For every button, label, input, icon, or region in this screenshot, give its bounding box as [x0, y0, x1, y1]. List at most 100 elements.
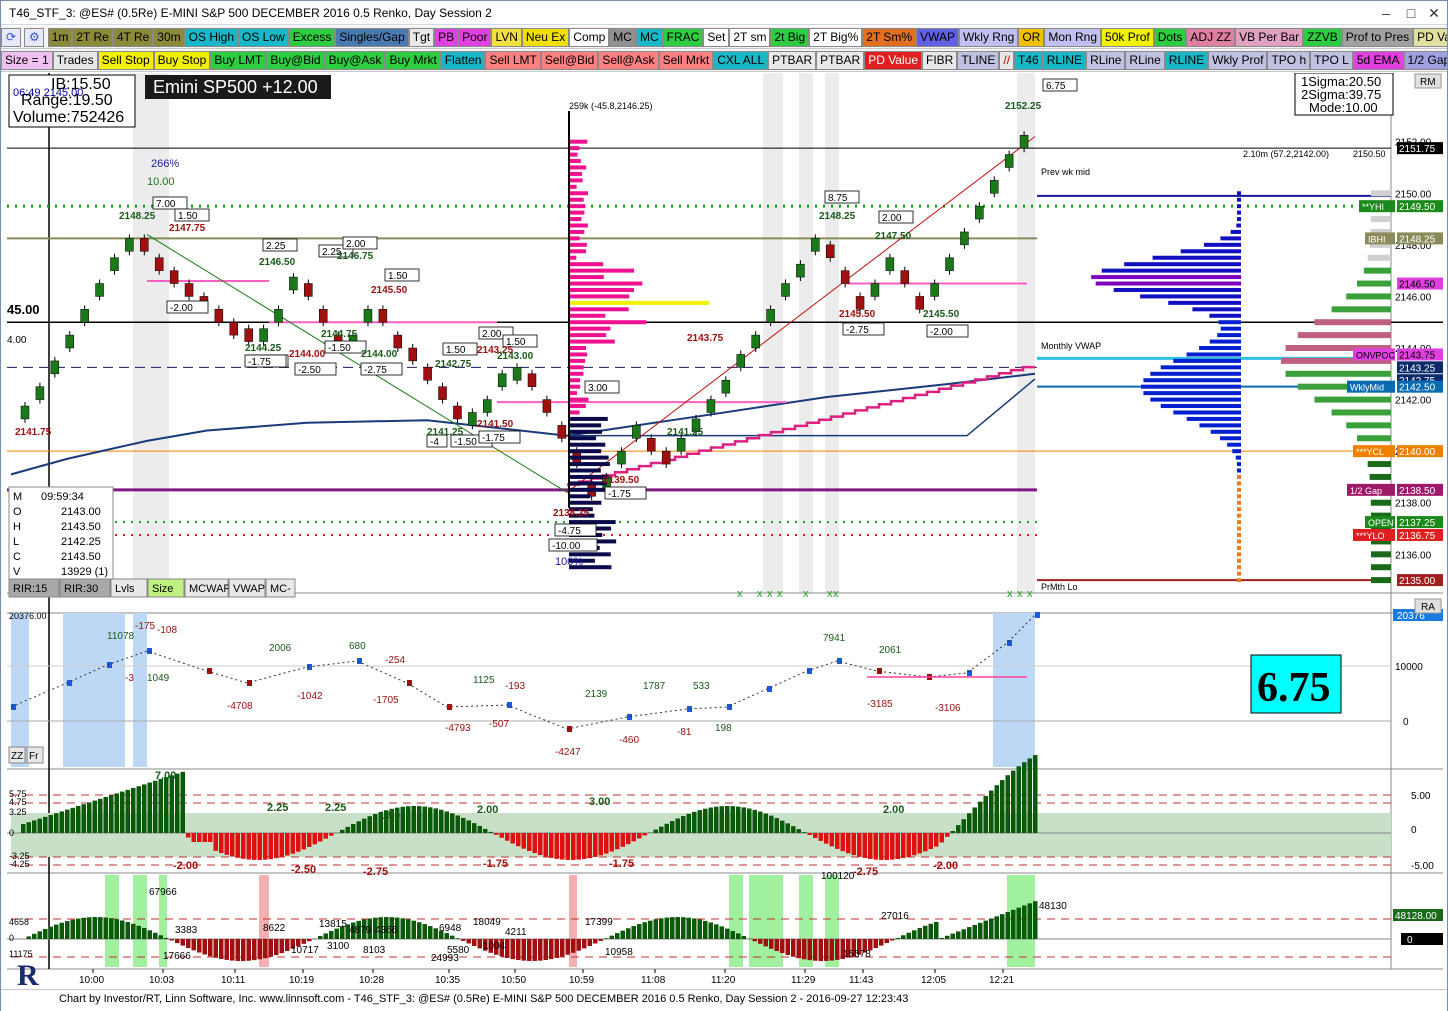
study-mon-rng-button[interactable]: Mon Rng: [1044, 28, 1101, 47]
study-mc-button[interactable]: MC: [609, 28, 636, 47]
study-excess-button[interactable]: Excess: [289, 28, 336, 47]
study-1m-button[interactable]: 1m: [48, 28, 73, 47]
right-profile-bar: [1153, 256, 1241, 260]
study-prof-to-pres-button[interactable]: Prof to Pres: [1342, 28, 1413, 47]
study-zzvb-button[interactable]: ZZVB: [1303, 28, 1342, 47]
trade-sell-bid-button[interactable]: Sell@Bid: [541, 51, 599, 70]
study-2t-big-button[interactable]: 2t Big: [770, 28, 809, 47]
study-neu-ex-button[interactable]: Neu Ex: [522, 28, 569, 47]
hist2-annotation: 27016: [881, 911, 909, 922]
study-pb-button[interactable]: PB: [434, 28, 458, 47]
panel-button-rir-30[interactable]: RIR:30: [64, 583, 98, 595]
panel-button-mcwap[interactable]: MCWAP: [189, 583, 231, 595]
study-2t-sm--button[interactable]: 2T Sm%: [862, 28, 916, 47]
hist2-band: [749, 875, 783, 967]
cumdelta-annotation: -507: [489, 719, 509, 730]
refresh-icon[interactable]: ⟳: [1, 28, 21, 47]
trade-pd-value-button[interactable]: PD Value: [864, 51, 922, 70]
panel-button-lvls[interactable]: Lvls: [115, 583, 135, 595]
study-frac-button[interactable]: FRAC: [663, 28, 704, 47]
study-singles-gap-button[interactable]: Singles/Gap: [335, 28, 408, 47]
trade-cxl-all-button[interactable]: CXL ALL: [713, 51, 768, 70]
study-adj-zz-button[interactable]: ADJ ZZ: [1186, 28, 1235, 47]
ra-button[interactable]: RA: [1415, 599, 1441, 613]
study-or-button[interactable]: OR: [1018, 28, 1044, 47]
cumdelta-top-label: 20376.00: [9, 611, 47, 621]
trade-rline-button[interactable]: RLine: [1086, 51, 1125, 70]
hist1-bar: [808, 833, 813, 835]
study-comp-button[interactable]: Comp: [569, 28, 609, 47]
study-lvn-button[interactable]: LVN: [491, 28, 521, 47]
study-wkly-rng-button[interactable]: Wkly Rng: [959, 28, 1018, 47]
hist2-bar: [258, 939, 263, 959]
trade-size-1-button[interactable]: Size = 1: [1, 51, 53, 70]
trade-rline-button[interactable]: RLINE: [1043, 51, 1086, 70]
trade-buy-mrkt-button[interactable]: Buy Mrkt: [385, 51, 440, 70]
study-2t-big--button[interactable]: 2T Big%: [809, 28, 862, 47]
close-button[interactable]: ✕: [1419, 3, 1448, 23]
settings-icon[interactable]: ⚙: [24, 28, 44, 47]
hist1-bar: [307, 833, 312, 847]
trade-buy-stop-button[interactable]: Buy Stop: [154, 51, 211, 70]
study-dots-button[interactable]: Dots: [1154, 28, 1187, 47]
study-os-high-button[interactable]: OS High: [185, 28, 238, 47]
trade-rline-button[interactable]: RLine: [1125, 51, 1164, 70]
study-mc-button[interactable]: MC: [636, 28, 663, 47]
trade-sell-ask-button[interactable]: Sell@Ask: [598, 51, 658, 70]
study-poor-button[interactable]: Poor: [458, 28, 491, 47]
study-vwap-button[interactable]: VWAP: [916, 28, 959, 47]
trade-tpo-l-button[interactable]: TPO L: [1310, 51, 1353, 70]
trade---button[interactable]: //: [999, 51, 1014, 70]
trade-tline-button[interactable]: TLINE: [957, 51, 999, 70]
trade-sell-lmt-button[interactable]: Sell LMT: [485, 51, 540, 70]
trade-buy-ask-button[interactable]: Buy@Ask: [325, 51, 386, 70]
cumdelta-mark: [407, 680, 412, 686]
hist1-bar: [956, 825, 961, 833]
trade-ptbar-button[interactable]: PTBAR: [768, 51, 816, 70]
trade-wkly-prof-button[interactable]: Wkly Prof: [1208, 51, 1267, 70]
study-tgt-button[interactable]: Tgt: [409, 28, 434, 47]
trade-t46-button[interactable]: T46: [1014, 51, 1043, 70]
study-30m-button[interactable]: 30m: [153, 28, 184, 47]
center-profile-bar: [569, 423, 601, 427]
hist2-bar: [753, 939, 758, 941]
study-os-low-button[interactable]: OS Low: [238, 28, 289, 47]
trade-sell-stop-button[interactable]: Sell Stop: [98, 51, 154, 70]
trade-5d-ema-button[interactable]: 5d EMA: [1353, 51, 1404, 70]
boxed-value: -2.00: [930, 327, 953, 338]
tpo-profile-bar: [1286, 371, 1391, 377]
prev-wk-mid-label: Prev wk mid: [1041, 167, 1090, 177]
trade-rline-button[interactable]: RLINE: [1165, 51, 1208, 70]
trade-fibr-button[interactable]: FIBR: [922, 51, 957, 70]
trade-tpo-h-button[interactable]: TPO h: [1267, 51, 1310, 70]
trade-1-2-gap-button[interactable]: 1/2 Gap: [1404, 51, 1447, 70]
study-pd-value-button[interactable]: PD Value: [1413, 28, 1447, 47]
zz-button-fr[interactable]: Fr: [29, 751, 39, 762]
candle: [21, 406, 29, 419]
panel-button-rir-15[interactable]: RIR:15: [13, 583, 47, 595]
study-set-button[interactable]: Set: [703, 28, 729, 47]
trade-buy-lmt-button[interactable]: Buy LMT: [210, 51, 266, 70]
trade-ptbar-button[interactable]: PTBAR: [816, 51, 864, 70]
study-50k-prof-button[interactable]: 50k Prof: [1101, 28, 1154, 47]
hist2-bar: [967, 927, 972, 939]
center-profile-bar: [569, 230, 584, 234]
chart-canvas[interactable]: 2152.002150.002148.002146.002144.002142.…: [7, 73, 1443, 989]
study-2t-sm-button[interactable]: 2T sm: [729, 28, 770, 47]
boxed-value: -1.75: [248, 357, 271, 368]
trade-buy-bid-button[interactable]: Buy@Bid: [266, 51, 324, 70]
study-2t-re-button[interactable]: 2T Re: [72, 28, 112, 47]
trade-flatten-button[interactable]: Flatten: [441, 51, 486, 70]
panel-button-vwap[interactable]: VWAP: [233, 583, 265, 595]
trade-trades-button[interactable]: Trades: [53, 51, 98, 70]
panel-button-mc-[interactable]: MC-: [270, 583, 291, 595]
hist1-bar: [285, 833, 290, 855]
study-vb-per-bar-button[interactable]: VB Per Bar: [1235, 28, 1303, 47]
chart-area[interactable]: 2152.002150.002148.002146.002144.002142.…: [7, 73, 1443, 989]
hist1-tick: 0: [1411, 825, 1417, 836]
rm-button[interactable]: RM: [1415, 74, 1441, 88]
study-4t-re-button[interactable]: 4T Re: [113, 28, 153, 47]
zz-button-zz[interactable]: ZZ: [11, 751, 23, 762]
panel-button-size[interactable]: Size: [152, 583, 173, 595]
trade-sell-mrkt-button[interactable]: Sell Mrkt: [659, 51, 714, 70]
